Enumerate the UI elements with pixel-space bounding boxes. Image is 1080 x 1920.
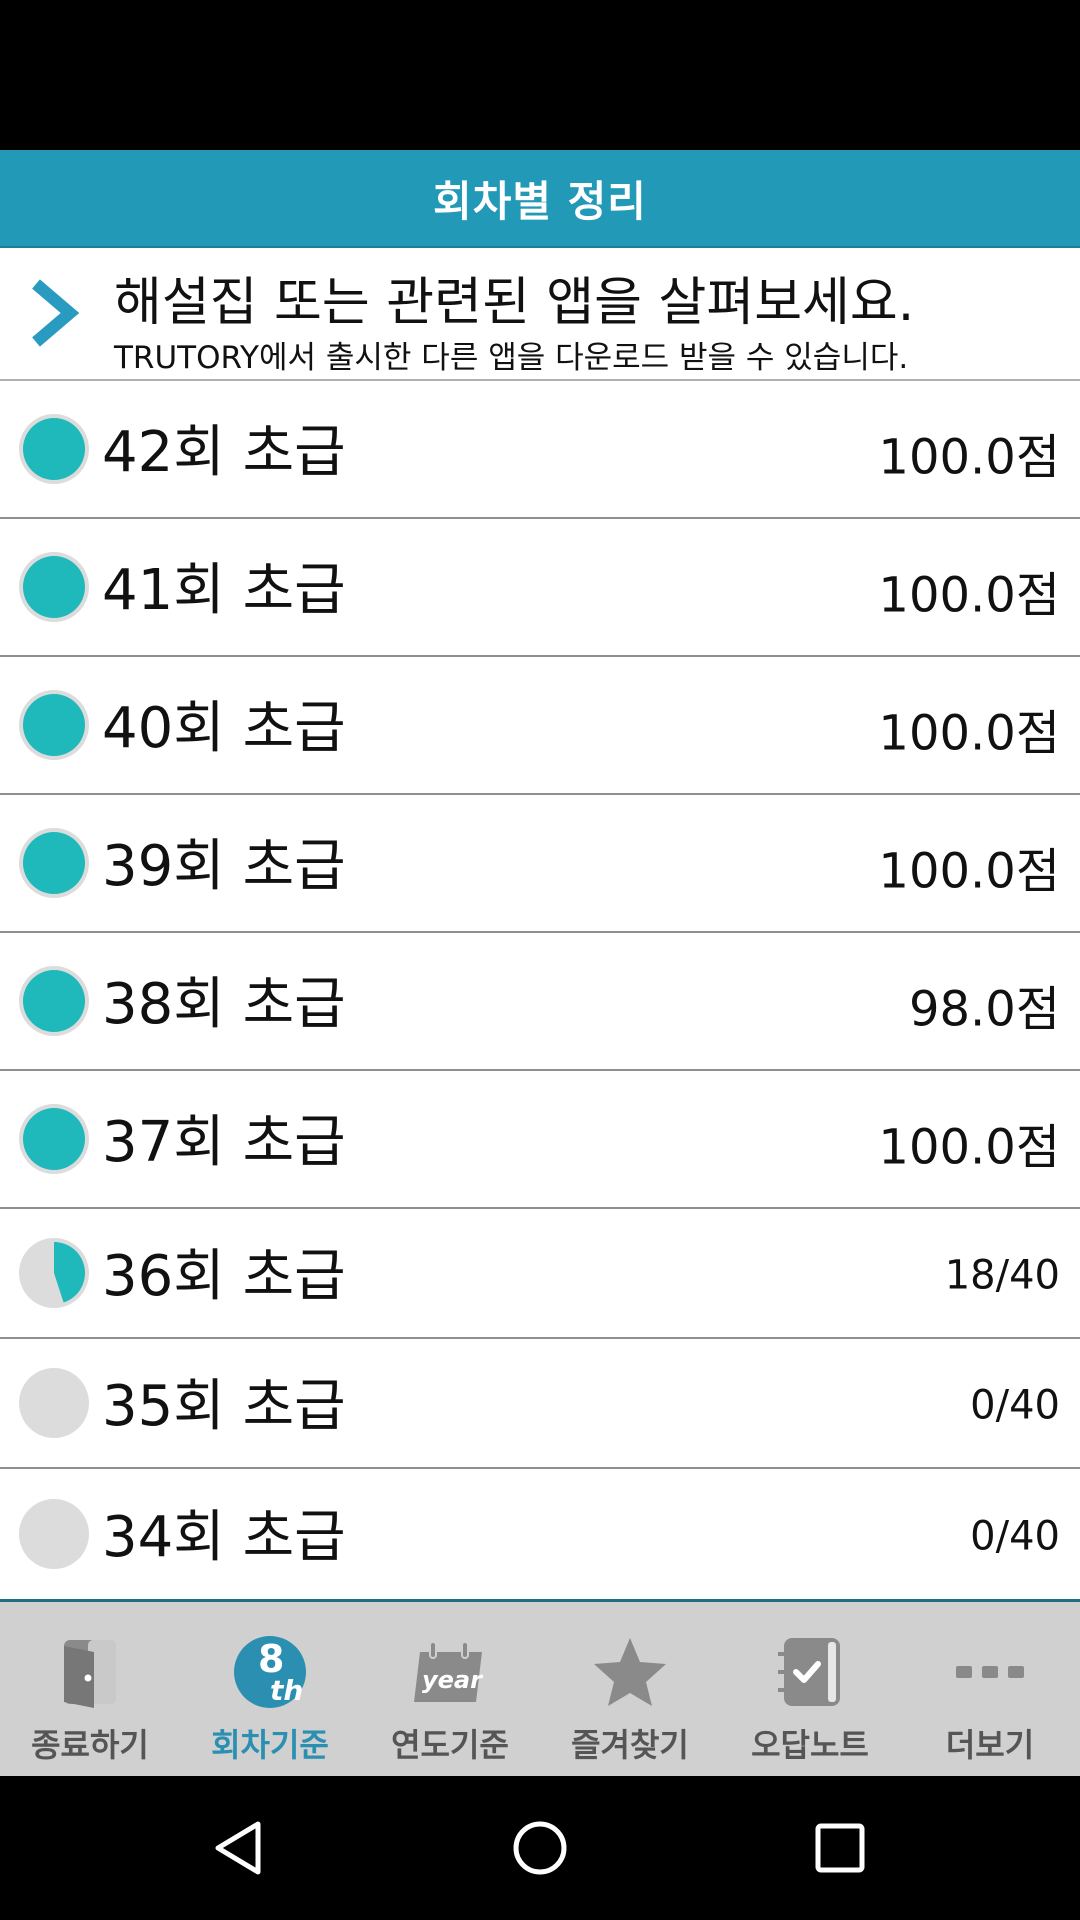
round-score: 100.0점 — [878, 843, 1060, 900]
promo-banner[interactable]: 해설집 또는 관련된 앱을 살펴보세요. TRUTORY에서 출시한 다른 앱을… — [0, 248, 1080, 381]
round-score: 100.0점 — [878, 567, 1060, 624]
tab-wrong-notes[interactable]: 오답노트 — [720, 1602, 900, 1776]
round-row-37[interactable]: 37회 초급 100.0점 — [0, 1071, 1080, 1209]
tab-more[interactable]: 더보기 — [900, 1602, 1080, 1776]
promo-headline: 해설집 또는 관련된 앱을 살펴보세요. — [114, 273, 915, 333]
tab-label: 연도기준 — [391, 1726, 509, 1764]
tab-round[interactable]: 8 th 회차기준 — [180, 1602, 360, 1776]
tab-label: 즐겨찾기 — [571, 1726, 689, 1764]
progress-pie-icon — [19, 1368, 89, 1438]
page-title: 회차별 정리 — [433, 176, 647, 226]
round-row-36[interactable]: 36회 초급 18/40 — [0, 1209, 1080, 1339]
round-row-35[interactable]: 35회 초급 0/40 — [0, 1339, 1080, 1469]
tab-exit[interactable]: 종료하기 — [0, 1602, 180, 1776]
progress-fill — [23, 1108, 85, 1170]
progress-pie-icon — [19, 1499, 89, 1569]
round-name: 41회 초급 — [102, 557, 346, 623]
progress-fill — [23, 832, 85, 894]
round-row-42[interactable]: 42회 초급 100.0점 — [0, 381, 1080, 519]
round-progress-count: 0/40 — [970, 1382, 1060, 1429]
back-triangle-icon[interactable] — [210, 1818, 270, 1878]
round-name: 34회 초급 — [102, 1504, 346, 1570]
progress-track — [19, 1499, 89, 1569]
calendar-year-text: year — [422, 1666, 484, 1694]
progress-pie-icon — [19, 966, 89, 1036]
round-name: 35회 초급 — [102, 1373, 346, 1439]
progress-fill — [23, 556, 85, 618]
round-score: 100.0점 — [878, 429, 1060, 486]
calendar-year-icon: year — [414, 1641, 484, 1702]
tab-favorites[interactable]: 즐겨찾기 — [540, 1602, 720, 1776]
chevron-right-icon — [32, 279, 80, 347]
round-row-39[interactable]: 39회 초급 100.0점 — [0, 795, 1080, 933]
round-row-34[interactable]: 34회 초급 0/40 — [0, 1469, 1080, 1599]
tab-year[interactable]: year 연도기준 — [360, 1602, 540, 1776]
round-badge-suffix: th — [270, 1674, 303, 1707]
progress-fill — [23, 970, 85, 1032]
round-score: 100.0점 — [878, 705, 1060, 762]
tab-label: 오답노트 — [751, 1726, 869, 1764]
round-progress-count: 18/40 — [944, 1252, 1060, 1299]
round-progress-count: 0/40 — [970, 1513, 1060, 1560]
round-name: 39회 초급 — [102, 833, 346, 899]
progress-pie-icon — [19, 1238, 89, 1308]
round-score: 98.0점 — [908, 981, 1060, 1038]
round-name: 37회 초급 — [102, 1109, 346, 1175]
star-icon — [594, 1638, 666, 1706]
progress-pie-icon — [19, 690, 89, 760]
round-list: 42회 초급 100.0점 41회 초급 100.0점 40회 초급 100.0… — [0, 381, 1080, 1599]
round-row-38[interactable]: 38회 초급 98.0점 — [0, 933, 1080, 1071]
progress-pie-icon — [19, 414, 89, 484]
round-row-41[interactable]: 41회 초급 100.0점 — [0, 519, 1080, 657]
system-nav-bar — [0, 1776, 1080, 1920]
more-dots-icon — [956, 1666, 1024, 1678]
door-exit-icon — [64, 1640, 116, 1708]
tab-label: 더보기 — [945, 1726, 1035, 1764]
progress-fill — [23, 694, 85, 756]
round-name: 38회 초급 — [102, 971, 346, 1037]
round-row-40[interactable]: 40회 초급 100.0점 — [0, 657, 1080, 795]
progress-pie-icon — [19, 552, 89, 622]
round-name: 42회 초급 — [102, 419, 346, 485]
tab-label: 종료하기 — [31, 1726, 149, 1764]
home-circle-icon[interactable] — [510, 1818, 570, 1878]
round-badge-icon: 8 th — [234, 1636, 306, 1708]
progress-fill — [23, 418, 85, 480]
progress-pie-icon — [19, 1104, 89, 1174]
promo-subtext: TRUTORY에서 출시한 다른 앱을 다운로드 받을 수 있습니다. — [114, 340, 909, 376]
app-header: 회차별 정리 — [0, 150, 1080, 248]
progress-track — [19, 1368, 89, 1438]
notebook-check-icon — [778, 1638, 840, 1706]
round-score: 100.0점 — [878, 1119, 1060, 1176]
recents-square-icon[interactable] — [810, 1818, 870, 1878]
round-name: 40회 초급 — [102, 695, 346, 761]
tab-label: 회차기준 — [211, 1726, 329, 1764]
round-name: 36회 초급 — [102, 1243, 346, 1309]
progress-pie-icon — [19, 828, 89, 898]
status-bar — [0, 0, 1080, 150]
bottom-tab-bar: 종료하기 8 th 회차기준 year 연도기준 즐겨찾기 오답노트 더보기 — [0, 1599, 1080, 1776]
